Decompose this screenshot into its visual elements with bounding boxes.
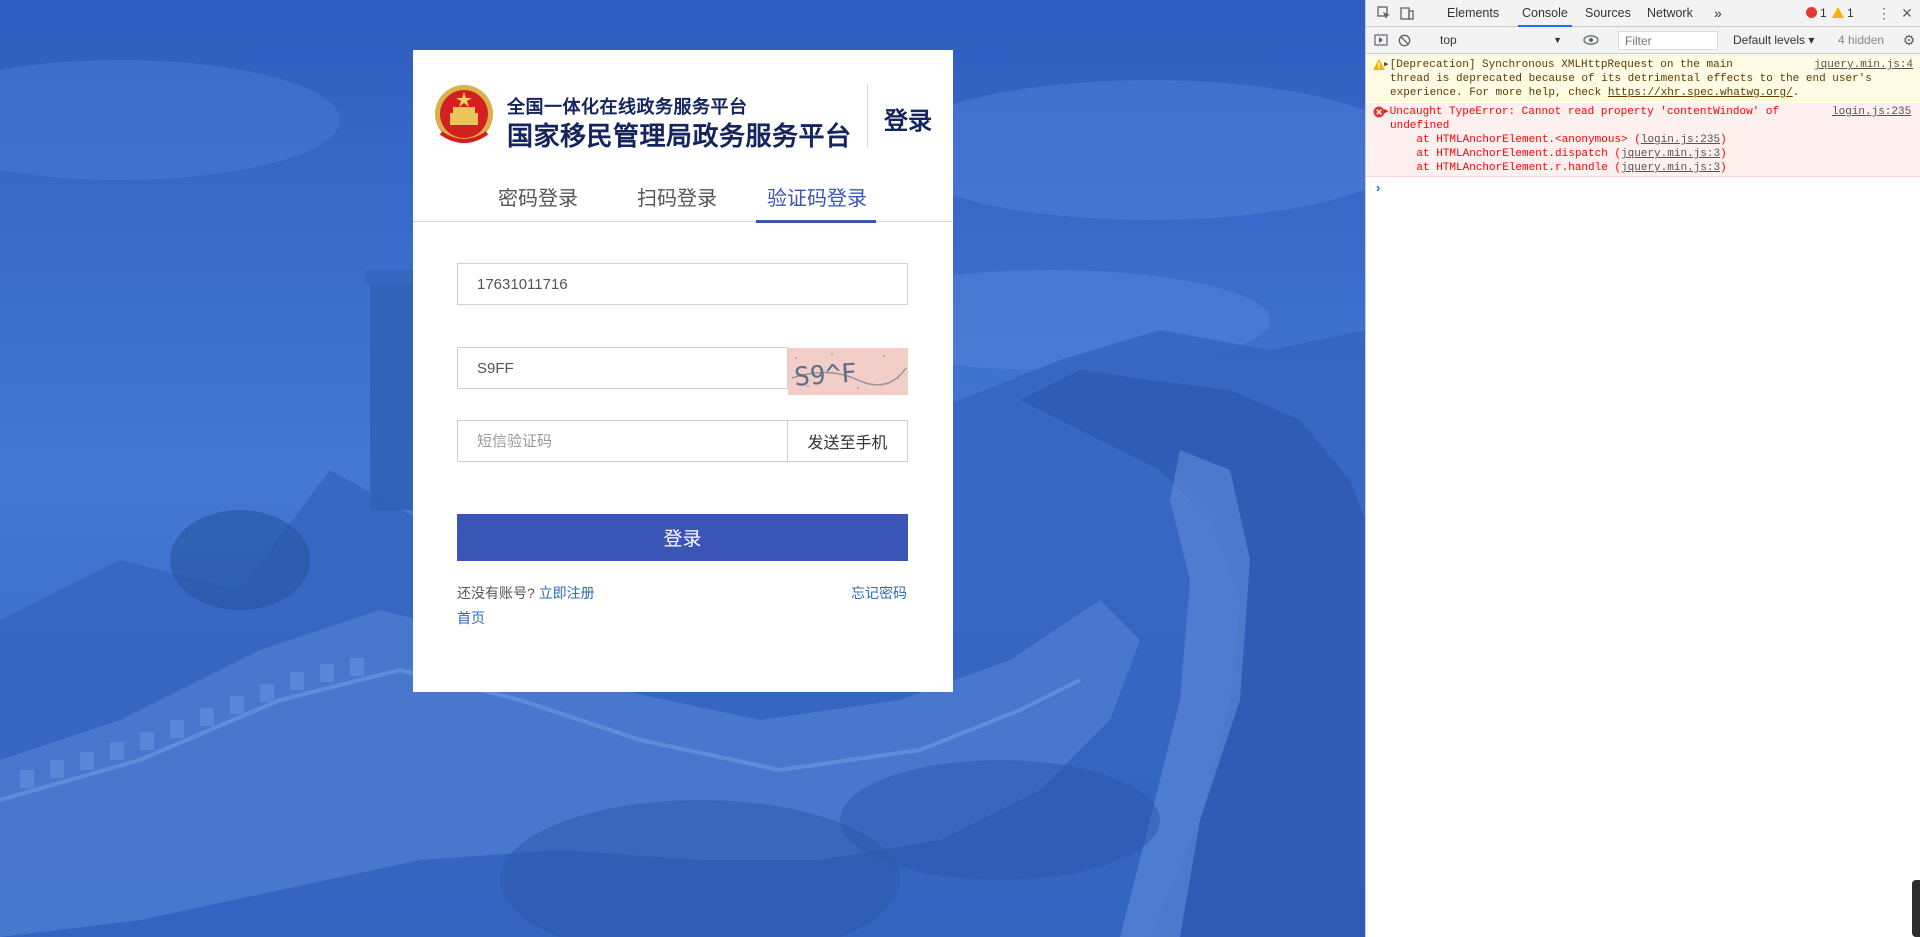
error-badge-icon [1806, 7, 1817, 18]
console-warning-message: ▸[Deprecation] Synchronous XMLHttpReques… [1366, 55, 1920, 101]
header-divider [867, 84, 868, 147]
stack-frame-2-text: at HTMLAnchorElement.dispatch ( [1390, 148, 1622, 160]
error-source-link[interactable]: login.js:235 [1832, 105, 1911, 119]
console-filter-input[interactable] [1618, 31, 1718, 50]
active-tab-indicator [756, 220, 876, 223]
warning-count: 1 [1847, 6, 1854, 20]
tab-code-login[interactable]: 验证码登录 [767, 186, 867, 222]
error-line-2: undefined [1390, 120, 1450, 132]
more-options-icon[interactable]: ⋮ [1875, 4, 1893, 22]
devtools-tab-bar: Elements Console Sources Network » 1 1 ⋮… [1366, 0, 1920, 27]
console-prompt[interactable]: › [1376, 180, 1380, 195]
console-settings-gear-icon[interactable]: ⚙ [1900, 31, 1918, 49]
device-toolbar-icon[interactable] [1398, 4, 1416, 22]
console-toolbar: top ▼ Default levels ▾ 4 hidden ⚙ [1366, 27, 1920, 54]
send-sms-button[interactable]: 发送至手机 [787, 420, 908, 462]
stack-frame-2-close: ) [1720, 148, 1727, 160]
stack-frame-1-link[interactable]: login.js:235 [1641, 134, 1720, 146]
warning-line-1[interactable]: ▸[Deprecation] Synchronous XMLHttpReques… [1383, 58, 1733, 72]
error-count: 1 [1820, 6, 1827, 20]
warning-help-link[interactable]: https://xhr.spec.whatwg.org/ [1608, 87, 1793, 99]
hidden-messages-count: 4 hidden [1838, 33, 1885, 47]
no-account-text: 还没有账号? [457, 585, 535, 601]
stack-frame-1-text: at HTMLAnchorElement.<anonymous> ( [1390, 134, 1641, 146]
more-tabs-button[interactable]: » [1714, 0, 1722, 27]
sms-code-input[interactable] [457, 420, 788, 462]
captcha-graphic: S9^F [788, 348, 908, 395]
stack-frame-2: at HTMLAnchorElement.dispatch (jquery.mi… [1390, 147, 1727, 161]
devtools-scrollbar[interactable] [1912, 880, 1920, 937]
header-login-label: 登录 [884, 108, 932, 135]
stack-frame-3-text: at HTMLAnchorElement.r.handle ( [1390, 162, 1622, 174]
warning-badge-icon [1832, 7, 1844, 18]
login-card: 全国一体化在线政务服务平台 国家移民管理局政务服务平台 登录 密码登录 扫码登录… [413, 50, 953, 692]
stack-frame-3-close: ) [1720, 162, 1727, 174]
captcha-text: S9^F [793, 358, 858, 392]
tab-console[interactable]: Console [1518, 0, 1572, 27]
chevron-down-icon: ▼ [1553, 35, 1562, 45]
captcha-input[interactable] [457, 347, 788, 389]
tab-password-login[interactable]: 密码登录 [498, 186, 578, 222]
clear-console-icon[interactable] [1395, 31, 1413, 49]
forgot-password-link[interactable]: 忘记密码 [851, 583, 907, 603]
context-value: top [1440, 33, 1457, 47]
phone-input[interactable] [457, 263, 908, 305]
error-line-1[interactable]: ▸Uncaught TypeError: Cannot read propert… [1383, 105, 1779, 119]
live-expression-eye-icon[interactable] [1582, 31, 1600, 49]
sidebar-toggle-icon[interactable] [1372, 31, 1390, 49]
inspect-element-icon[interactable] [1375, 4, 1393, 22]
log-levels-dropdown[interactable]: Default levels ▾ [1733, 31, 1814, 50]
devtools-panel: Elements Console Sources Network » 1 1 ⋮… [1365, 0, 1920, 937]
login-tabs: 密码登录 扫码登录 验证码登录 [413, 186, 953, 272]
platform-title: 国家移民管理局政务服务平台 [507, 121, 852, 151]
warning-source-link[interactable]: jquery.min.js:4 [1814, 58, 1913, 72]
home-link[interactable]: 首页 [457, 608, 485, 628]
stack-frame-3-link[interactable]: jquery.min.js:3 [1621, 162, 1720, 174]
warning-line-2: thread is deprecated because of its detr… [1390, 73, 1872, 85]
close-devtools-icon[interactable]: ✕ [1898, 4, 1916, 22]
warning-line-3: experience. For more help, check https:/… [1390, 86, 1799, 100]
tab-elements[interactable]: Elements [1447, 0, 1499, 27]
tab-qrcode-login[interactable]: 扫码登录 [637, 186, 717, 222]
stack-frame-3: at HTMLAnchorElement.r.handle (jquery.mi… [1390, 161, 1727, 175]
stack-frame-1: at HTMLAnchorElement.<anonymous> (login.… [1390, 133, 1727, 147]
console-error-message: ▸Uncaught TypeError: Cannot read propert… [1366, 103, 1920, 177]
national-emblem-logo [435, 85, 493, 143]
warning-line-3-text: experience. For more help, check [1390, 87, 1608, 99]
stack-frame-2-link[interactable]: jquery.min.js:3 [1621, 148, 1720, 160]
register-link[interactable]: 立即注册 [539, 585, 595, 601]
register-prompt: 还没有账号? 立即注册 [457, 583, 595, 603]
context-selector[interactable]: top ▼ [1437, 31, 1566, 50]
tab-network[interactable]: Network [1647, 0, 1693, 27]
page-viewport: 全国一体化在线政务服务平台 国家移民管理局政务服务平台 登录 密码登录 扫码登录… [0, 0, 1365, 937]
stack-frame-1-close: ) [1720, 134, 1727, 146]
warning-line-3-end: . [1792, 87, 1800, 99]
login-submit-button[interactable]: 登录 [457, 514, 908, 561]
captcha-image[interactable]: S9^F [788, 348, 908, 395]
tab-sources[interactable]: Sources [1585, 0, 1631, 27]
